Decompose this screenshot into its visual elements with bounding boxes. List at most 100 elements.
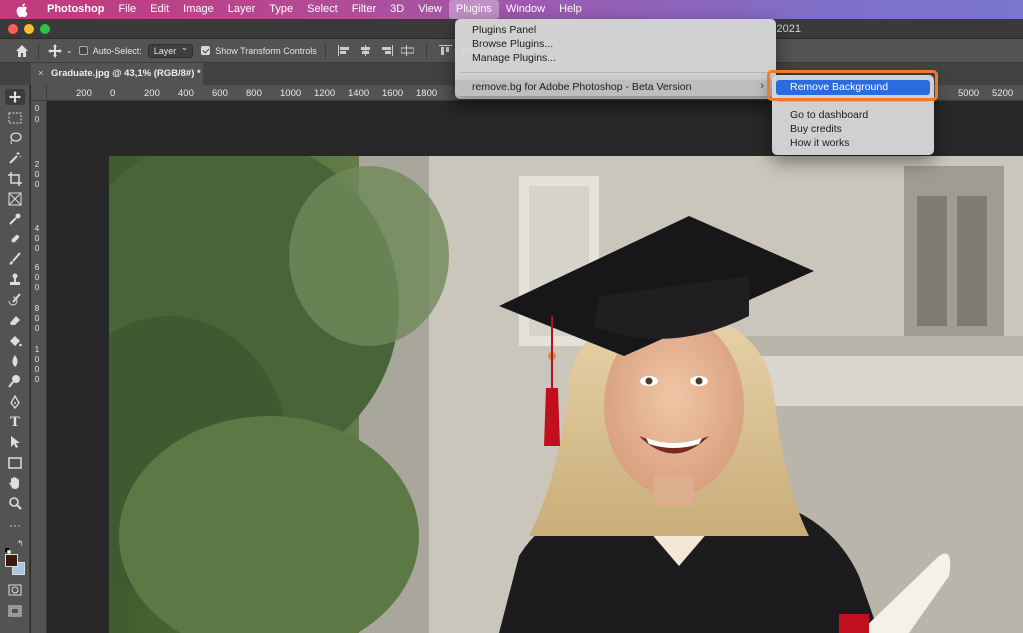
menu-item-go-to-dashboard[interactable]: Go to dashboard [790,108,868,122]
menu-view[interactable]: View [411,0,449,19]
graduate-photo [109,156,1023,633]
ruler-label: 0 [34,115,40,124]
menu-help[interactable]: Help [552,0,589,19]
marquee-tool-icon[interactable] [7,110,23,126]
ruler-label: 0 [34,234,40,243]
menu-item-how-it-works[interactable]: How it works [790,136,850,150]
removebg-plugin-label: remove.bg for Adobe Photoshop - Beta Ver… [472,81,692,93]
screen-mode-icon[interactable] [7,603,23,619]
show-transform-label: Show Transform Controls [215,45,317,56]
move-tool-icon[interactable] [5,89,25,105]
menu-divider [461,72,770,73]
move-tool-icon[interactable] [47,43,63,59]
menu-item-removebg-plugin[interactable]: remove.bg for Adobe Photoshop - Beta Ver… [455,80,776,96]
ruler-label: 1400 [348,88,370,99]
ruler-label: 8 [34,304,40,313]
document-tab-title: Graduate.jpg @ 43,1% (RGB/8#) * [51,68,201,79]
apple-icon[interactable] [14,2,30,18]
menu-select[interactable]: Select [300,0,345,19]
ruler-corner [31,85,47,101]
menu-app-name[interactable]: Photoshop [40,0,111,19]
zoom-tool-icon[interactable] [7,495,23,511]
menu-filter[interactable]: Filter [345,0,383,19]
ruler-label: 0 [34,170,40,179]
menu-edit[interactable]: Edit [143,0,176,19]
ruler-label: 800 [246,88,262,99]
ruler-label: 200 [76,88,92,99]
ruler-label: 1000 [280,88,302,99]
ruler-label: 200 [144,88,160,99]
quick-mask-icon[interactable] [7,582,23,598]
ruler-label: 1200 [314,88,336,99]
pen-tool-icon[interactable] [7,394,23,410]
dodge-tool-icon[interactable] [7,373,23,389]
ruler-label: 0 [34,365,40,374]
ruler-label: 0 [34,273,40,282]
menu-item-buy-credits[interactable]: Buy credits [790,122,842,136]
brush-tool-icon[interactable] [7,251,23,267]
hand-tool-icon[interactable] [7,475,23,491]
menu-item-manage-plugins[interactable]: Manage Plugins... [472,51,556,65]
menu-window[interactable]: Window [499,0,552,19]
home-icon[interactable] [14,43,30,59]
ruler-label: 1 [34,345,40,354]
divider [425,42,427,59]
menu-image[interactable]: Image [176,0,221,19]
menu-plugins[interactable]: Plugins [448,0,499,19]
eyedropper-tool-icon[interactable] [7,211,23,227]
auto-select-label: Auto-Select: [92,45,142,56]
align-left-icon[interactable] [337,45,351,56]
align-center-icon[interactable] [359,45,372,56]
document-tab[interactable]: × Graduate.jpg @ 43,1% (RGB/8#) * [31,63,203,85]
close-tab-icon[interactable]: × [38,63,44,85]
swap-colors-icon[interactable]: ↰ [17,539,24,548]
menu-item-browse-plugins[interactable]: Browse Plugins... [472,37,553,51]
ruler-label: 600 [212,88,228,99]
distribute-icon[interactable] [400,45,414,56]
minimize-window-button[interactable] [24,24,34,34]
ruler-label: 0 [34,180,40,189]
menu-file[interactable]: File [111,0,143,19]
magic-wand-tool-icon[interactable] [7,150,23,166]
document-image[interactable] [109,156,1023,633]
ruler-label: 400 [178,88,194,99]
vertical-ruler[interactable]: 0 0 2 0 0 4 0 0 6 0 0 8 0 0 1 0 0 0 [31,101,47,633]
crop-tool-icon[interactable] [7,171,23,187]
eraser-tool-icon[interactable] [7,312,23,328]
menu-3d[interactable]: 3D [383,0,411,19]
close-window-button[interactable] [8,24,18,34]
lasso-tool-icon[interactable] [7,130,23,146]
clone-stamp-tool-icon[interactable] [7,272,23,288]
ruler-label: 5200 [992,88,1014,99]
type-tool-icon[interactable]: T [7,414,23,430]
divider [324,42,326,59]
ruler-label: 0 [34,283,40,292]
menu-layer[interactable]: Layer [221,0,263,19]
auto-select-checkbox[interactable] [78,46,88,55]
divider [38,42,39,59]
zoom-window-button[interactable] [40,24,50,34]
path-selection-tool-icon[interactable] [7,434,23,450]
menu-item-plugins-panel[interactable]: Plugins Panel [472,23,536,37]
chevron-right-icon: › [760,80,764,92]
ruler-label: 0 [34,104,40,113]
frame-tool-icon[interactable] [7,191,23,207]
chevron-down-icon[interactable]: ⌄ [66,46,73,55]
default-colors-icon[interactable] [5,541,12,555]
rectangle-tool-icon[interactable] [7,455,23,471]
ruler-label: 2 [34,160,40,169]
foreground-color-swatch[interactable] [5,554,18,567]
ruler-label: 0 [34,355,40,364]
auto-select-dropdown[interactable]: Layer [147,42,194,58]
align-top-icon[interactable] [438,45,452,56]
blur-tool-icon[interactable] [7,353,23,369]
show-transform-checkbox[interactable] [201,46,211,55]
ruler-label: 0 [34,375,40,384]
ruler-label: 4 [34,224,40,233]
history-brush-tool-icon[interactable] [7,292,23,308]
healing-brush-tool-icon[interactable] [7,231,23,247]
menu-type[interactable]: Type [262,0,300,19]
align-right-icon[interactable] [380,45,393,56]
more-tools-icon[interactable]: ··· [7,517,23,533]
paint-bucket-tool-icon[interactable] [7,333,23,349]
